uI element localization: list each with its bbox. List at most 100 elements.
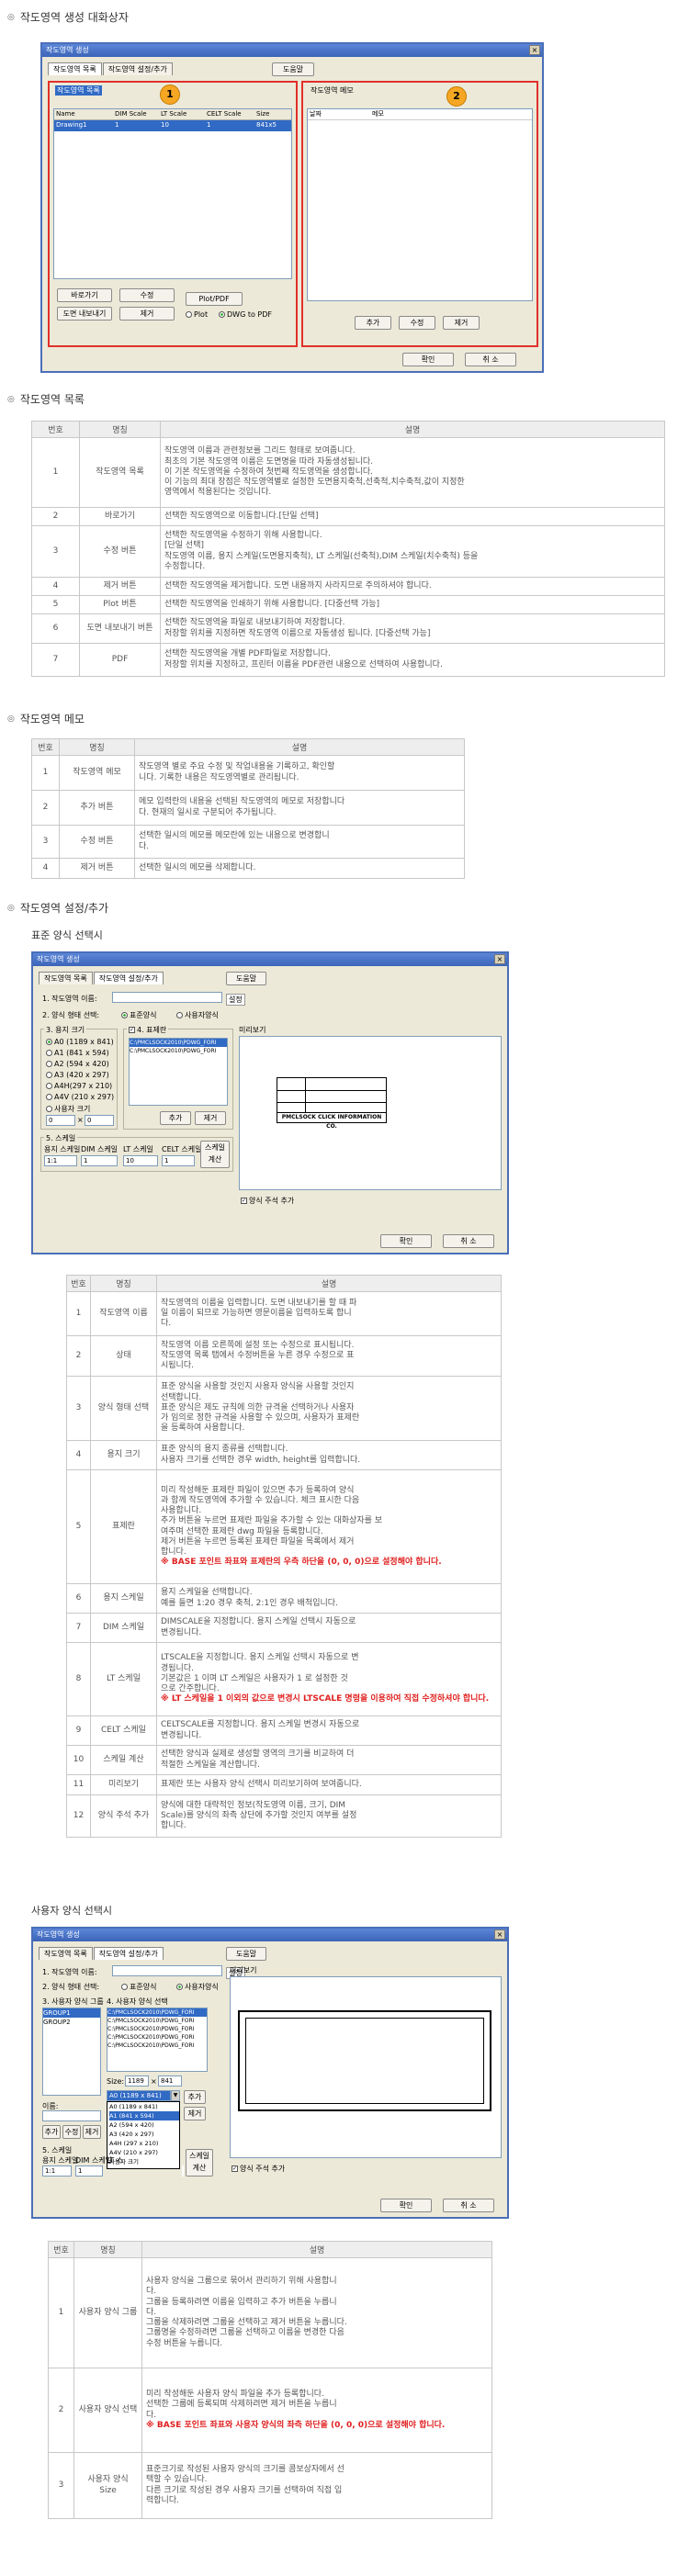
annotation-checkbox[interactable]: ✓ 양식 주석 추가 (232, 2164, 285, 2174)
list-item[interactable]: C:\PMCLSOCK2010\PDWG_FORI (107, 2025, 207, 2033)
paper-scale-select[interactable]: 1:1 (42, 2165, 72, 2177)
area-name-label: 1. 작도영역 이름: (42, 995, 97, 1003)
ok-button[interactable]: 확인 (402, 353, 454, 366)
settings-dialog-user: 작도영역 생성 × 작도영역 목록 작도영역 설정/추가 도움말 1. 작도영역… (31, 1927, 509, 2219)
edit-button[interactable]: 수정 (119, 288, 175, 302)
area-name-input[interactable] (112, 992, 222, 1003)
cancel-button[interactable]: 취 소 (443, 1234, 494, 1248)
size-radio-a3[interactable]: A3 (420 x 297) (46, 1071, 109, 1079)
list-item[interactable]: C:\PMCLSOCK2010\PDWG_FORI (107, 2033, 207, 2042)
title-remove-button[interactable]: 제거 (195, 1111, 226, 1125)
custom-width-input[interactable]: 0 (46, 1115, 75, 1126)
col-date[interactable]: 날짜 (308, 109, 372, 119)
ok-button[interactable]: 확인 (380, 2199, 432, 2212)
memo-add-button[interactable]: 추가 (355, 316, 391, 330)
celt-scale-input[interactable]: 1 (162, 1155, 195, 1166)
help-button[interactable]: 도움말 (226, 972, 266, 985)
list-item[interactable]: C:\PMCLSOCK2010\PDWG_FORI (107, 2008, 207, 2017)
standard-form-radio[interactable]: 표준양식 (121, 1982, 156, 1992)
standard-form-radio[interactable]: 표준양식 (121, 1010, 156, 1020)
close-icon[interactable]: × (494, 1929, 505, 1940)
title-block-label[interactable]: ✓ 4. 표제란 (127, 1025, 169, 1035)
form-width-input[interactable]: 1189 (125, 2075, 149, 2087)
tab-area-list[interactable]: 작도영역 목록 (39, 972, 93, 984)
close-icon[interactable]: × (529, 45, 540, 55)
plot-pdf-button[interactable]: Plot/PDF (186, 292, 243, 306)
form-size-select[interactable]: A0 (1189 x 841) (107, 2090, 171, 2101)
list-item[interactable]: C:\PMCLSOCK2010\PDWG_FORI (107, 2017, 207, 2025)
form-height-input[interactable]: 841 (158, 2075, 182, 2087)
size-radio-a4h[interactable]: A4H(297 x 210) (46, 1082, 112, 1090)
dropdown-option[interactable]: A0 (1189 x 841) (109, 2102, 179, 2111)
user-form-radio[interactable]: 사용자양식 (176, 1010, 219, 1020)
bullet-icon: ◎ (7, 12, 15, 22)
form-add-button[interactable]: 추가 (184, 2090, 206, 2104)
title-block-list[interactable]: C:\PMCLSOCK2010\PDWG_FORI C:\PMCLSOCK201… (129, 1038, 228, 1106)
dwg-to-pdf-radio[interactable]: DWG to PDF (219, 310, 272, 319)
warning-text: ※ LT 스케일을 1 이외의 값으로 변경시 LTSCALE 명령을 이용하여… (161, 1694, 490, 1704)
close-icon[interactable]: × (494, 954, 505, 964)
plot-radio[interactable]: Plot (186, 310, 208, 319)
tab-area-list[interactable]: 작도영역 목록 (39, 1947, 93, 1960)
remove-button[interactable]: 제거 (119, 307, 175, 321)
help-button[interactable]: 도움말 (226, 1947, 266, 1961)
dropdown-option[interactable]: A3 (420 x 297) (109, 2130, 179, 2139)
area-name-input[interactable] (112, 1965, 222, 1976)
dim-scale-input[interactable]: 1 (75, 2165, 103, 2177)
size-radio-a2[interactable]: A2 (594 x 420) (46, 1060, 109, 1068)
tab-area-settings[interactable]: 작도영역 설정/추가 (93, 1947, 164, 1960)
col-lt-scale[interactable]: LT Scale (161, 109, 207, 119)
col-name[interactable]: Name (54, 109, 115, 119)
paper-scale-select[interactable]: 1:1 (44, 1155, 77, 1166)
size-radio-a1[interactable]: A1 (841 x 594) (46, 1049, 109, 1057)
export-button[interactable]: 도면 내보내기 (57, 307, 112, 321)
user-form-list[interactable]: C:\PMCLSOCK2010\PDWG_FORI C:\PMCLSOCK201… (107, 2008, 208, 2072)
col-dim-scale[interactable]: DIM Scale (115, 109, 161, 119)
help-button[interactable]: 도움말 (272, 62, 314, 76)
ok-button[interactable]: 확인 (380, 1234, 432, 1248)
area-list-grid[interactable]: Name DIM Scale LT Scale CELT Scale Size … (53, 108, 292, 279)
user-form-radio[interactable]: 사용자양식 (176, 1982, 219, 1992)
scale-calc-button[interactable]: 스케일 계산 (200, 1141, 230, 1168)
list-item[interactable]: GROUP1 (43, 2008, 100, 2018)
chevron-down-icon[interactable]: ▼ (171, 2090, 180, 2101)
annotation-checkbox[interactable]: ✓ 양식 주석 추가 (241, 1196, 294, 1206)
cancel-button[interactable]: 취 소 (465, 353, 516, 366)
table-row[interactable]: Drawing1 1 10 1 841x5 (54, 120, 291, 131)
user-group-list[interactable]: GROUP1 GROUP2 (42, 2008, 101, 2096)
dropdown-option[interactable]: A4H (297 x 210) (109, 2139, 179, 2148)
memo-remove-button[interactable]: 제거 (443, 316, 480, 330)
col-celt-scale[interactable]: CELT Scale (207, 109, 256, 119)
size-radio-custom[interactable]: 사용자 크기 (46, 1104, 90, 1114)
dropdown-option[interactable]: A2 (594 x 420) (109, 2120, 179, 2130)
memo-edit-button[interactable]: 수정 (399, 316, 435, 330)
size-radio-a0[interactable]: A0 (1189 x 841) (46, 1038, 114, 1046)
tab-area-settings[interactable]: 작도영역 설정/추가 (102, 62, 173, 75)
subtitle-standard: 표준 양식 선택시 (31, 929, 103, 941)
goto-button[interactable]: 바로가기 (57, 288, 112, 302)
section-title-memo: ◎ 작도영역 메모 (7, 713, 85, 726)
list-item[interactable]: C:\PMCLSOCK2010\PDWG_FORI (130, 1047, 227, 1055)
dim-scale-input[interactable]: 1 (81, 1155, 118, 1166)
list-item[interactable]: C:\PMCLSOCK2010\PDWG_FORI (107, 2042, 207, 2050)
group-name-input[interactable] (42, 2110, 101, 2121)
size-radio-a4v[interactable]: A4V (210 x 297) (46, 1093, 114, 1101)
group-edit-button[interactable]: 수정 (62, 2125, 81, 2139)
form-remove-button[interactable]: 제거 (184, 2107, 206, 2120)
group-remove-button[interactable]: 제거 (83, 2125, 101, 2139)
scale-calc-button[interactable]: 스케일 계산 (186, 2149, 213, 2177)
custom-height-input[interactable]: 0 (85, 1115, 114, 1126)
list-item[interactable]: GROUP2 (43, 2018, 100, 2027)
col-memo[interactable]: 메모 (372, 109, 384, 119)
tab-area-settings[interactable]: 작도영역 설정/추가 (93, 972, 164, 984)
lt-scale-input[interactable]: 10 (123, 1155, 158, 1166)
list-item[interactable]: C:\PMCLSOCK2010\PDWG_FORI (130, 1039, 227, 1047)
col-size[interactable]: Size (256, 109, 291, 119)
tab-area-list[interactable]: 작도영역 목록 (48, 62, 102, 75)
memo-list[interactable]: 날짜 메모 (307, 108, 533, 301)
group-add-button[interactable]: 추가 (42, 2125, 61, 2139)
preview-label: 미리보기 (230, 1966, 257, 1974)
dropdown-option[interactable]: A1 (841 x 594) (109, 2111, 179, 2120)
title-add-button[interactable]: 추가 (160, 1111, 191, 1125)
cancel-button[interactable]: 취 소 (443, 2199, 494, 2212)
